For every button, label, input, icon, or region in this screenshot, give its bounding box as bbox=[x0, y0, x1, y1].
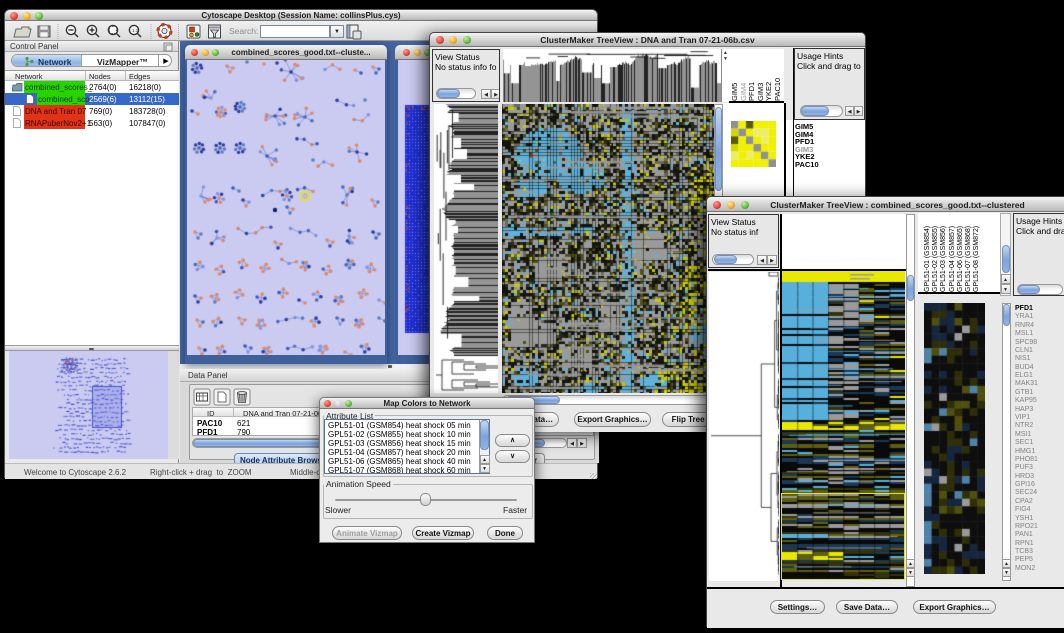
svg-text:1:1: 1:1 bbox=[132, 28, 139, 33]
